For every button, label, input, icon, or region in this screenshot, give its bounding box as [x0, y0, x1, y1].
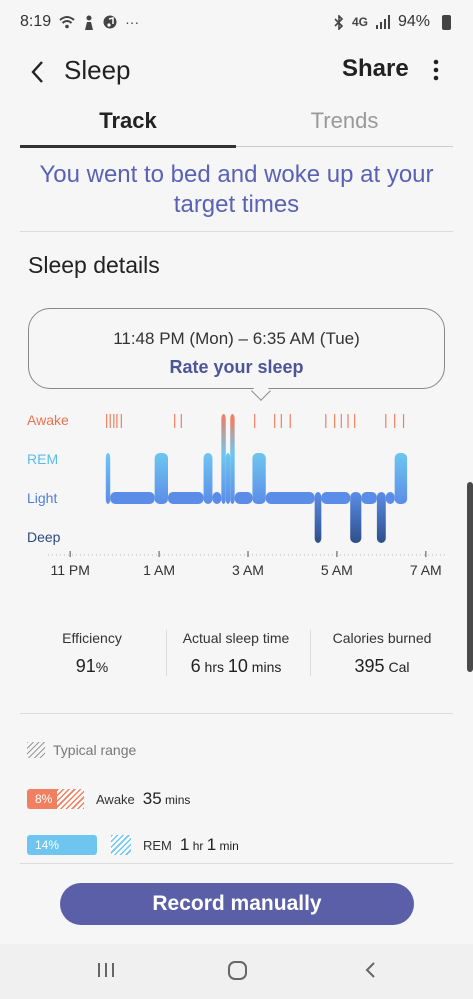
x-tick-label: 11 PM: [51, 562, 90, 578]
bluetooth-icon: [334, 14, 344, 30]
sleep-details-title: Sleep details: [28, 252, 160, 278]
typical-range-legend: Typical range: [27, 742, 136, 758]
stage-segment-rem: [252, 453, 266, 504]
back-nav-icon[interactable]: [362, 960, 380, 980]
stage-segment-light: [361, 492, 377, 504]
recent-apps-icon[interactable]: [96, 960, 116, 980]
system-nav-bar: [0, 944, 473, 999]
rem-typical-range: [111, 835, 131, 855]
stage-duration: 35 mins: [143, 789, 191, 809]
sleep-minutes: 10: [227, 656, 248, 676]
awake-percent-bar: 8%: [27, 789, 57, 809]
share-button[interactable]: Share: [342, 55, 409, 83]
tab-track[interactable]: Track: [20, 108, 236, 148]
page-title: Sleep: [64, 55, 131, 85]
stage-segment-light: [265, 492, 315, 504]
x-tick-label: 5 AM: [321, 562, 353, 578]
app-bar: Sleep Share: [0, 44, 473, 100]
x-tick-label: 7 AM: [410, 562, 442, 578]
sleep-hours: 6: [190, 656, 201, 676]
signal-icon: [375, 15, 390, 29]
sleep-stats: Efficiency 91% Actual sleep time 6 hrs 1…: [20, 630, 453, 680]
stage-segment-deep: [350, 492, 362, 543]
home-icon[interactable]: [227, 960, 249, 982]
x-tick-label: 1 AM: [143, 562, 175, 578]
duration-unit: mins: [161, 793, 191, 807]
back-arrow-icon[interactable]: [26, 58, 50, 86]
media-icon: [103, 15, 117, 29]
stage-name: Awake: [96, 791, 135, 807]
clock: 8:19: [20, 13, 52, 30]
status-bar: 8:19 ··· 4G 94%: [0, 0, 473, 44]
hours-unit: hr: [189, 839, 207, 853]
calories-value: 395: [354, 656, 385, 676]
calories-unit: Cal: [384, 659, 410, 675]
stage-segment-light: [110, 492, 155, 504]
battery-percent: 94%: [397, 13, 430, 30]
duration-value: 35: [142, 789, 162, 808]
stage-segment-rem: [203, 453, 213, 504]
stage-segment-rem: [394, 453, 408, 504]
stage-segment-rem: [225, 453, 231, 504]
divider: [20, 863, 453, 864]
stat-label: Calories burned: [332, 630, 432, 646]
wifi-icon: [59, 16, 75, 29]
sleep-time-range: 11:48 PM (Mon) – 6:35 AM (Tue): [113, 329, 360, 348]
efficiency-unit: %: [95, 659, 109, 675]
typical-range-label: Typical range: [53, 742, 137, 758]
tab-track-indicator: [20, 145, 236, 148]
rem-percent-bar: 14%: [27, 835, 97, 855]
status-right: 4G 94%: [334, 13, 451, 31]
stage-segment-rem: [154, 453, 168, 504]
stage-segment-rem: [105, 453, 111, 504]
stage-segment-light: [385, 492, 395, 504]
stage-segment-deep: [376, 492, 386, 543]
minutes-unit: mins: [247, 659, 282, 675]
sleep-time-bubble[interactable]: 11:48 PM (Mon) – 6:35 AM (Tue) Rate your…: [28, 308, 445, 389]
stage-segment-light: [212, 492, 222, 504]
stat-label: Efficiency: [62, 630, 122, 646]
minutes-unit: min: [216, 839, 239, 853]
divider: [20, 713, 453, 714]
stage-segment-light: [321, 492, 351, 504]
person-icon: [85, 15, 94, 30]
record-manually-button[interactable]: Record manually: [60, 883, 414, 925]
stat-label: Actual sleep time: [182, 630, 290, 646]
divider: [20, 231, 453, 232]
stage-segment-light: [168, 492, 204, 504]
stage-duration: 1 hr 1 min: [180, 835, 239, 855]
awake-typical-range: [57, 789, 84, 809]
lte-icon: 4G: [351, 15, 368, 29]
stat-efficiency: Efficiency 91%: [20, 630, 164, 677]
duration-hours: 1: [179, 835, 190, 854]
tab-divider: [236, 146, 453, 147]
status-left: 8:19 ···: [20, 13, 139, 31]
scrollbar[interactable]: [467, 482, 473, 672]
more-options-icon[interactable]: [424, 56, 448, 86]
target-times-message: You went to bed and woke up at your targ…: [39, 161, 434, 218]
stat-actual-sleep: Actual sleep time 6 hrs 10 mins: [164, 630, 308, 677]
battery-icon: [442, 14, 451, 30]
hours-unit: hrs: [200, 659, 228, 675]
x-tick-label: 3 AM: [232, 562, 264, 578]
duration-minutes: 1: [206, 835, 217, 854]
efficiency-value: 91: [75, 656, 96, 676]
tab-bar: Track Trends: [20, 108, 453, 148]
status-overflow: ···: [125, 14, 140, 30]
stage-name: REM: [143, 837, 172, 853]
stat-calories: Calories burned 395 Cal: [310, 630, 454, 677]
tab-trends[interactable]: Trends: [236, 108, 453, 148]
stage-segment-deep: [314, 492, 322, 543]
sleep-stage-chart: Awake REM Light Deep 11 PM 1 AM 3 AM 5 AM 7 …: [0, 400, 473, 585]
rem-gap: [97, 835, 111, 855]
sleep-hypnogram: 11 PM 1 AM 3 AM 5 AM 7 AM: [48, 414, 448, 578]
rate-sleep-link[interactable]: Rate your sleep: [29, 357, 444, 378]
stage-row-awake: 8% Awake 35 mins: [27, 789, 190, 809]
stat-value: 395 Cal: [310, 656, 454, 677]
stage-segment-light: [234, 492, 253, 504]
stage-row-rem: 14% REM 1 hr 1 min: [27, 835, 239, 855]
hatch-pattern-icon: [27, 742, 45, 758]
stat-value: 6 hrs 10 mins: [164, 656, 308, 677]
stat-value: 91%: [20, 656, 164, 677]
